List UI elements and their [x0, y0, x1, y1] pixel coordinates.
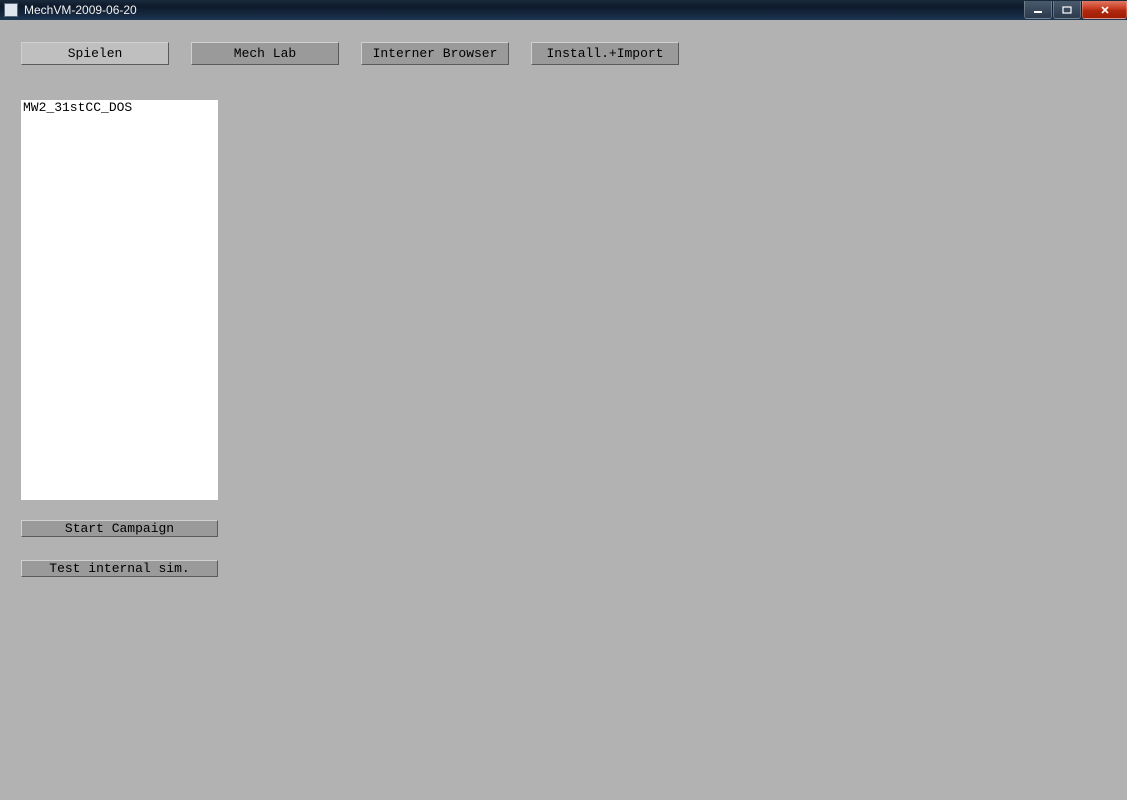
app-icon	[4, 3, 18, 17]
start-campaign-button[interactable]: Start Campaign	[21, 520, 218, 537]
game-list[interactable]: MW2_31stCC_DOS	[21, 100, 218, 500]
close-button[interactable]	[1082, 1, 1127, 19]
tab-install-import[interactable]: Install.+Import	[531, 42, 679, 65]
content-area: Spielen Mech Lab Interner Browser Instal…	[0, 20, 1127, 800]
maximize-button[interactable]	[1053, 1, 1081, 19]
test-internal-sim-button[interactable]: Test internal sim.	[21, 560, 218, 577]
list-item[interactable]: MW2_31stCC_DOS	[21, 100, 218, 115]
tab-spielen[interactable]: Spielen	[21, 42, 169, 65]
title-bar: MechVM-2009-06-20	[0, 0, 1127, 20]
maximize-icon	[1062, 6, 1072, 14]
close-icon	[1099, 6, 1111, 14]
tab-mech-lab[interactable]: Mech Lab	[191, 42, 339, 65]
window-controls	[1023, 1, 1127, 19]
minimize-icon	[1033, 6, 1043, 14]
tab-interner-browser[interactable]: Interner Browser	[361, 42, 509, 65]
minimize-button[interactable]	[1024, 1, 1052, 19]
window-title: MechVM-2009-06-20	[24, 3, 137, 17]
